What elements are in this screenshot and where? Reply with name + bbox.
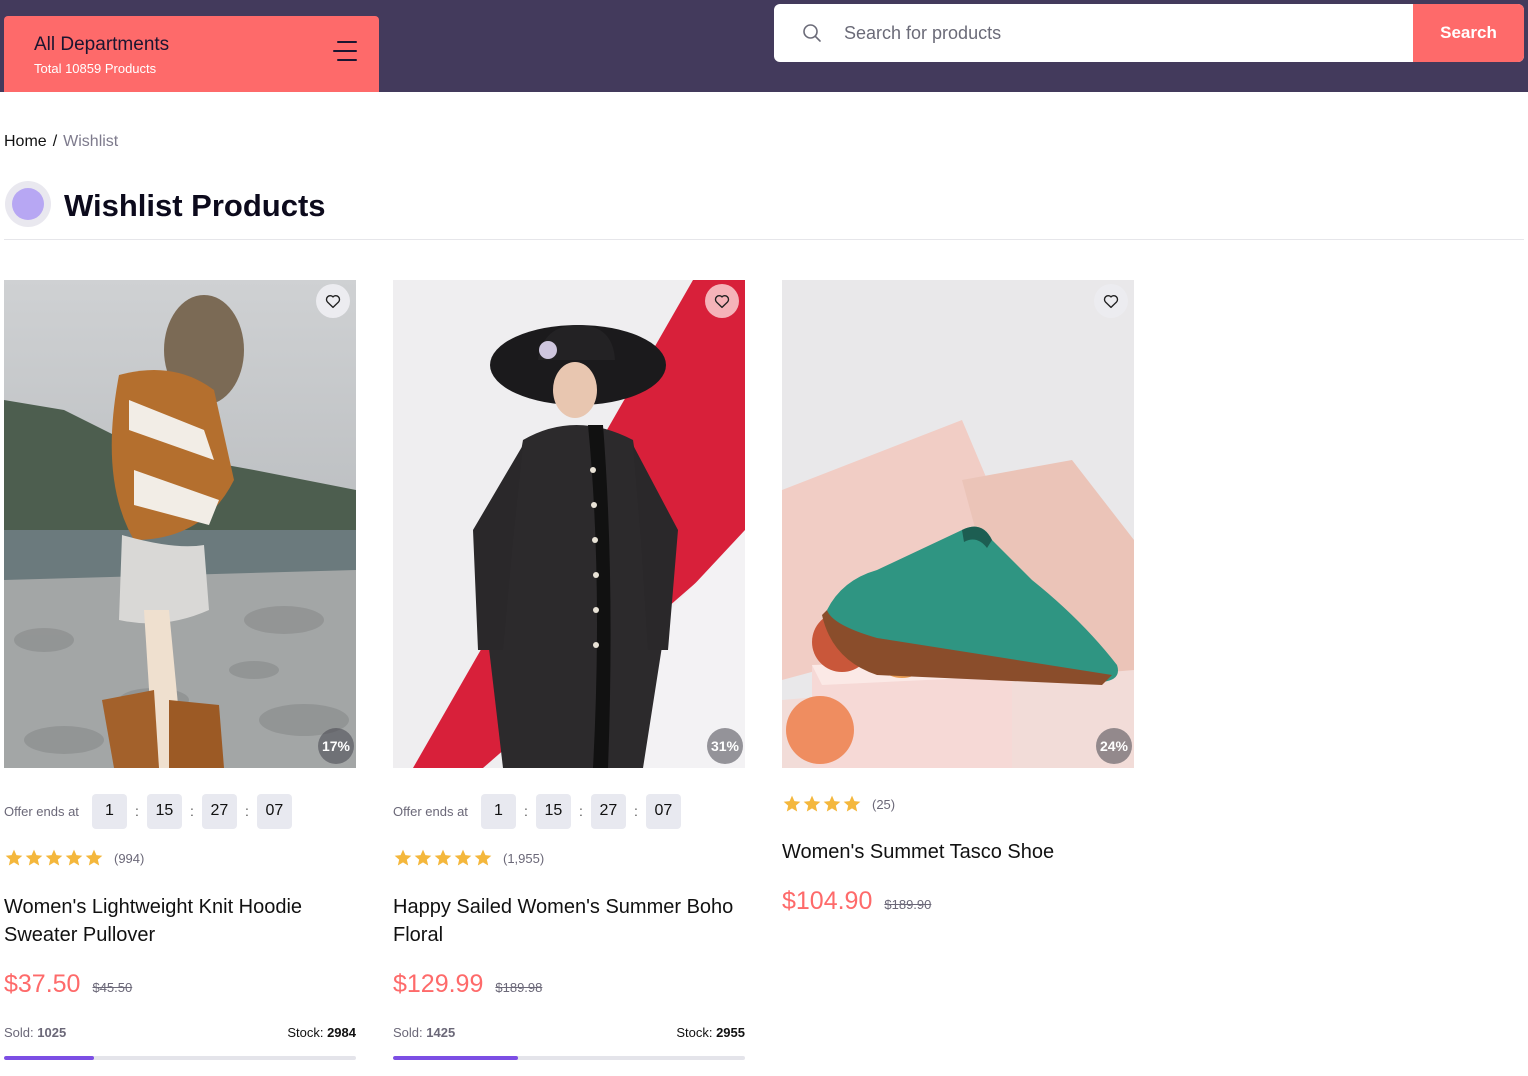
breadcrumb: Home / Wishlist bbox=[4, 133, 118, 151]
wishlist-button[interactable] bbox=[1094, 284, 1128, 318]
star-icon bbox=[843, 795, 861, 812]
breadcrumb-separator: / bbox=[52, 133, 58, 150]
product-card: 24% (25) Women's Summet Tasco Shoe $104.… bbox=[782, 280, 1134, 915]
breadcrumb-home[interactable]: Home bbox=[4, 133, 47, 150]
star-icon bbox=[45, 849, 63, 866]
current-price: $129.99 bbox=[393, 970, 484, 998]
star-icon bbox=[414, 849, 432, 866]
rating-count: (1,955) bbox=[503, 850, 545, 866]
rating-count: (994) bbox=[114, 850, 145, 866]
star-icon bbox=[394, 849, 412, 866]
search-icon bbox=[803, 24, 821, 42]
countdown-colon: : bbox=[578, 803, 583, 819]
sold-stock-row: Sold: 1425 Stock: 2955 bbox=[393, 1025, 745, 1040]
departments-title: All Departments bbox=[34, 34, 170, 55]
title-bullet-icon bbox=[5, 181, 51, 227]
search-button[interactable]: Search bbox=[1413, 4, 1524, 62]
discount-badge: 24% bbox=[1096, 728, 1132, 764]
product-rating: (994) bbox=[4, 848, 144, 868]
countdown-minutes: 27 bbox=[590, 793, 626, 829]
product-photo-coat bbox=[393, 280, 745, 768]
old-price: $189.98 bbox=[495, 980, 543, 995]
heart-icon bbox=[325, 295, 341, 309]
wishlist-button[interactable] bbox=[705, 284, 739, 318]
page-title: Wishlist Products bbox=[64, 188, 326, 223]
old-price: $45.50 bbox=[92, 980, 133, 995]
star-icon bbox=[25, 849, 43, 866]
wishlist-button[interactable] bbox=[316, 284, 350, 318]
rating-count: (25) bbox=[872, 796, 896, 812]
current-price: $104.90 bbox=[782, 887, 873, 915]
star-icon bbox=[85, 849, 103, 866]
countdown-hours: 15 bbox=[146, 793, 182, 829]
sold-progress-bar bbox=[393, 1056, 745, 1060]
star-icon bbox=[823, 795, 841, 812]
countdown-colon: : bbox=[244, 803, 249, 819]
offer-label: Offer ends at bbox=[393, 803, 468, 819]
countdown-days: 1 bbox=[480, 793, 516, 829]
discount-badge: 31% bbox=[707, 728, 743, 764]
discount-badge: 17% bbox=[318, 728, 354, 764]
countdown-colon: : bbox=[134, 803, 139, 819]
product-card: 31% Offer ends at 1 : 15 : 27 : 07 (1,95… bbox=[393, 280, 745, 1060]
sold-progress-bar bbox=[4, 1056, 356, 1060]
product-photo-shoe bbox=[782, 280, 1134, 768]
top-header: All Departments Total 10859 Products Sea… bbox=[0, 0, 1528, 92]
offer-countdown: Offer ends at 1 : 15 : 27 : 07 bbox=[393, 793, 681, 829]
offer-label: Offer ends at bbox=[4, 803, 79, 819]
countdown-colon: : bbox=[523, 803, 528, 819]
sold-progress-fill bbox=[4, 1056, 95, 1060]
star-rating bbox=[393, 848, 493, 868]
all-departments-button[interactable]: All Departments Total 10859 Products bbox=[4, 16, 379, 92]
product-rating: (25) bbox=[782, 794, 895, 814]
countdown-colon: : bbox=[633, 803, 638, 819]
product-image[interactable]: 24% bbox=[782, 280, 1134, 768]
product-photo-sweater bbox=[4, 280, 356, 768]
star-rating bbox=[4, 848, 104, 868]
product-name[interactable]: Women's Summet Tasco Shoe bbox=[782, 838, 1134, 866]
star-icon bbox=[803, 795, 821, 812]
countdown-colon: : bbox=[189, 803, 194, 819]
product-name[interactable]: Happy Sailed Women's Summer Boho Floral bbox=[393, 893, 745, 949]
countdown-seconds: 07 bbox=[645, 793, 681, 829]
star-icon bbox=[474, 849, 492, 866]
countdown-minutes: 27 bbox=[201, 793, 237, 829]
heart-icon bbox=[1103, 295, 1119, 309]
price-row: $104.90 $189.90 bbox=[782, 887, 931, 916]
product-card: 17% Offer ends at 1 : 15 : 27 : 07 (994)… bbox=[4, 280, 356, 1060]
countdown-seconds: 07 bbox=[256, 793, 292, 829]
search-input[interactable] bbox=[844, 4, 1404, 62]
stock-count: Stock: 2984 bbox=[287, 1025, 356, 1040]
sold-stock-row: Sold: 1025 Stock: 2984 bbox=[4, 1025, 356, 1040]
product-image[interactable]: 17% bbox=[4, 280, 356, 768]
current-price: $37.50 bbox=[4, 970, 81, 998]
product-rating: (1,955) bbox=[393, 848, 544, 868]
sold-count: Sold: 1425 bbox=[393, 1025, 456, 1040]
old-price: $189.90 bbox=[884, 897, 932, 912]
price-row: $37.50 $45.50 bbox=[4, 970, 132, 999]
breadcrumb-current: Wishlist bbox=[63, 133, 119, 150]
countdown-days: 1 bbox=[91, 793, 127, 829]
star-icon bbox=[454, 849, 472, 866]
price-row: $129.99 $189.98 bbox=[393, 970, 542, 999]
star-rating bbox=[782, 794, 862, 814]
stock-count: Stock: 2955 bbox=[676, 1025, 745, 1040]
sold-progress-fill bbox=[393, 1056, 518, 1060]
offer-countdown: Offer ends at 1 : 15 : 27 : 07 bbox=[4, 793, 292, 829]
star-icon bbox=[5, 849, 23, 866]
heart-icon bbox=[714, 295, 730, 309]
title-divider bbox=[4, 239, 1524, 240]
sold-count: Sold: 1025 bbox=[4, 1025, 67, 1040]
departments-subtitle: Total 10859 Products bbox=[34, 61, 157, 76]
star-icon bbox=[65, 849, 83, 866]
search-bar: Search bbox=[774, 4, 1524, 62]
star-icon bbox=[434, 849, 452, 866]
product-name[interactable]: Women's Lightweight Knit Hoodie Sweater … bbox=[4, 893, 356, 949]
menu-icon bbox=[333, 41, 357, 63]
countdown-hours: 15 bbox=[535, 793, 571, 829]
star-icon bbox=[783, 795, 801, 812]
product-image[interactable]: 31% bbox=[393, 280, 745, 768]
